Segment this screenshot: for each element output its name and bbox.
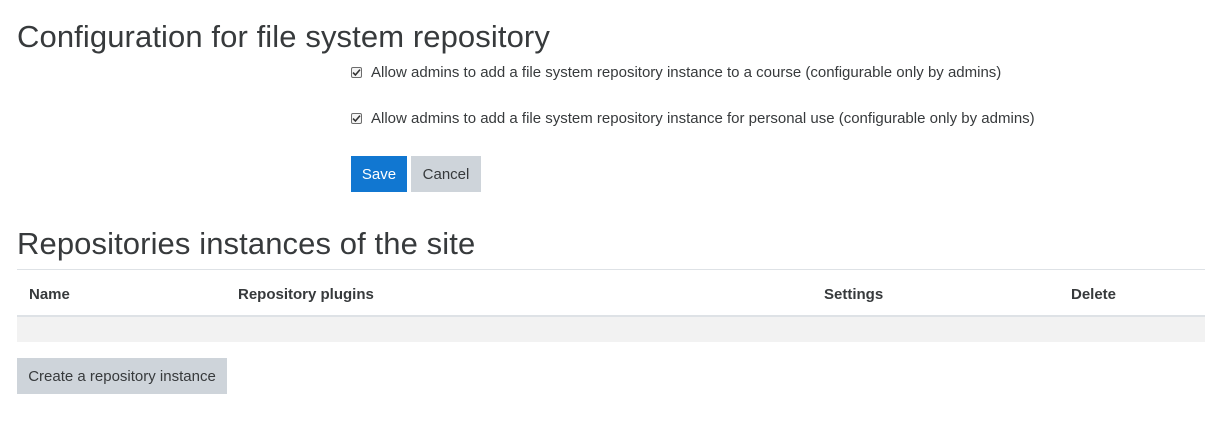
column-header-settings: Settings — [824, 286, 884, 303]
checkbox-personal-instance[interactable] — [351, 113, 362, 124]
cancel-button[interactable]: Cancel — [411, 156, 481, 192]
table-header: Name Repository plugins Settings Delete — [17, 270, 1205, 317]
instances-table: Name Repository plugins Settings Delete — [17, 269, 1205, 342]
option-course-instance-label: Allow admins to add a file system reposi… — [371, 64, 1002, 81]
option-personal-instance[interactable]: Allow admins to add a file system reposi… — [351, 110, 1035, 127]
checkmark-icon — [352, 69, 361, 77]
option-course-instance[interactable]: Allow admins to add a file system reposi… — [351, 64, 1001, 81]
column-header-repository-plugins: Repository plugins — [238, 286, 374, 303]
column-header-delete: Delete — [1071, 286, 1117, 303]
table-empty-row — [17, 317, 1205, 342]
checkmark-icon — [352, 115, 361, 123]
option-personal-instance-label: Allow admins to add a file system reposi… — [371, 110, 1035, 127]
save-button[interactable]: Save — [351, 156, 407, 192]
instances-heading: Repositories instances of the site — [17, 226, 476, 261]
column-header-name: Name — [29, 286, 70, 303]
create-repository-instance-button[interactable]: Create a repository instance — [17, 358, 227, 394]
checkbox-course-instance[interactable] — [351, 67, 362, 78]
config-heading: Configuration for file system repository — [17, 19, 550, 54]
